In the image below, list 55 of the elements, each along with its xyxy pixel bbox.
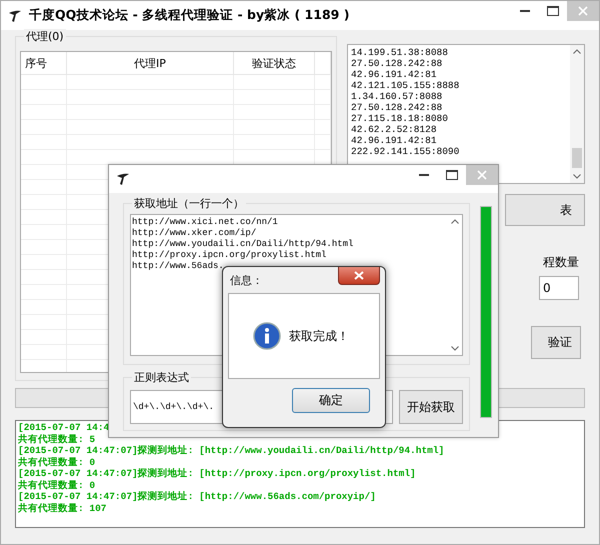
close-icon [354, 271, 364, 280]
log-line: [2015-07-07 14:47:07]探测到地址: [http://proxy.ipcn.org/proxylist.html] [18, 468, 417, 480]
url-line: http://proxy.ipcn.org/proxylist.html [132, 250, 328, 261]
ip-entry: 42.96.191.42:81 [351, 69, 438, 80]
column-header[interactable]: 验证状态 [234, 52, 315, 74]
ip-entry: 27.50.128.242:88 [351, 102, 444, 113]
dialog-title: 信息： [230, 272, 263, 288]
minimize-icon [520, 10, 530, 12]
brush-icon [115, 171, 131, 187]
ip-entry: 1.34.160.57:8088 [351, 91, 444, 102]
start-fetch-button[interactable]: 开始获取 [399, 390, 463, 424]
url-line: http://www.xici.net.co/nn/1 [132, 217, 279, 228]
scroll-thumb[interactable] [572, 148, 582, 168]
dialog-message: 获取完成！ [289, 328, 349, 344]
scroll-up-icon[interactable] [451, 219, 459, 224]
window-title: 千度QQ技术论坛 - 多线程代理验证 - by紫冰 ( 1189 ) [29, 7, 350, 24]
log-line: [2015-07-07 14:4 [18, 422, 110, 434]
url-line: http://www.56ads. [132, 261, 225, 272]
minimize-icon [419, 174, 429, 176]
ip-list[interactable]: 14.199.51.38:8088 27.50.128.242:88 42.96.191.42:81 42.121.105.155:8888 1.34.160.57:8088 27.50.128.242:88 27.115.18.18:8080 42.62.2.52:8128 42.96.191.42:81 222.92.141.155:8090 [347, 44, 585, 184]
close-button[interactable] [338, 267, 380, 285]
log-line: 共有代理数量: 0 [18, 456, 96, 468]
info-icon [253, 322, 281, 350]
ok-button[interactable]: 确定 [292, 388, 370, 413]
group-label: 正则表达式 [132, 370, 191, 385]
log-line: 共有代理数量: 107 [18, 502, 108, 514]
ip-entry: 42.62.2.52:8128 [351, 124, 438, 135]
scrollbar[interactable] [570, 45, 584, 183]
column-header[interactable]: 代理IP [67, 52, 234, 74]
maximize-icon [446, 170, 458, 180]
thread-count-field[interactable]: 0 [539, 276, 579, 300]
maximize-icon [547, 6, 559, 16]
column-header[interactable]: 序号 [21, 52, 67, 74]
close-icon [477, 170, 487, 180]
log-line: 共有代理数量: 0 [18, 480, 96, 491]
log-line: [2015-07-07 14:47:07]探测到地址: [http://www.youdaili.cn/Daili/http/94.html] [18, 445, 446, 456]
group-label: 获取地址（一行一个） [132, 196, 246, 211]
ip-entry: 27.50.128.242:88 [351, 58, 444, 69]
list-button[interactable]: 表 [505, 194, 585, 226]
verify-button[interactable]: 验证 [531, 326, 581, 359]
scroll-down-icon[interactable] [573, 174, 581, 179]
thread-count-label: 程数量 [543, 254, 579, 271]
url-line: http://www.xker.com/ip/ [132, 228, 258, 239]
ip-entry: 14.199.51.38:8088 [351, 47, 449, 58]
ip-entry: 27.115.18.18:8080 [351, 113, 449, 124]
url-line: http://www.youdaili.cn/Daili/http/94.html [132, 239, 354, 250]
close-icon [578, 6, 588, 16]
ip-entry: 42.121.105.155:8888 [351, 80, 460, 91]
ip-entry: 42.96.191.42:81 [351, 135, 438, 146]
ip-entry: 222.92.141.155:8090 [351, 146, 460, 157]
scroll-down-icon[interactable] [451, 346, 459, 351]
log-line: [2015-07-07 14:47:07]探测到地址: [http://www.56ads.com/proxyip/] [18, 491, 377, 502]
log-line: 共有代理数量: 5 [18, 434, 96, 445]
scroll-up-icon[interactable] [573, 49, 581, 54]
group-label: 代理(0) [24, 29, 66, 44]
